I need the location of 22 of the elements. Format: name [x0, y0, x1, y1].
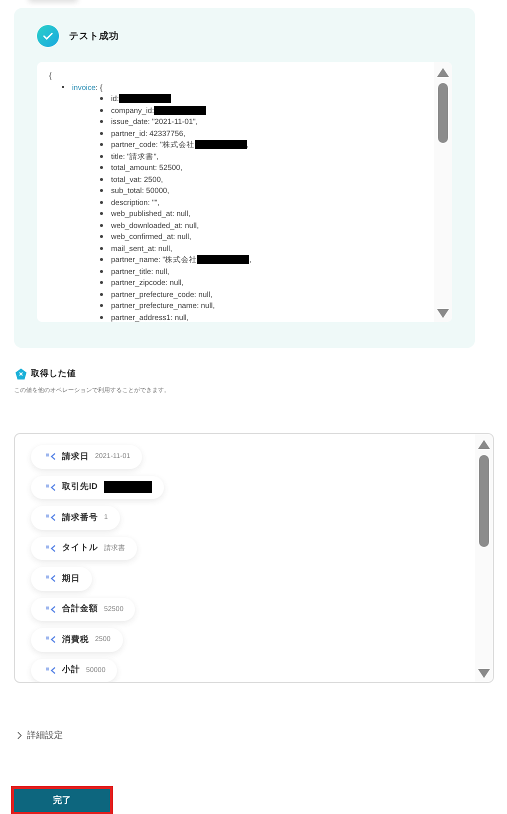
- chevron-icon: [17, 731, 22, 740]
- branch-icon: [46, 666, 56, 674]
- branch-icon: [46, 484, 56, 491]
- branch-icon: [46, 453, 56, 460]
- scroll-down-icon[interactable]: [437, 309, 449, 318]
- advanced-settings-toggle[interactable]: 詳細設定: [17, 729, 63, 742]
- result-title: テスト成功: [69, 30, 119, 42]
- branch-icon: [46, 636, 56, 644]
- branch-icon: [46, 514, 56, 522]
- scrollbar-thumb[interactable]: [438, 83, 448, 143]
- pentagon-icon: [15, 368, 27, 380]
- scrollbar-thumb[interactable]: [479, 455, 489, 547]
- value-chip[interactable]: 期日: [31, 567, 92, 590]
- scroll-down-icon[interactable]: [478, 669, 490, 678]
- branch-icon: [46, 544, 56, 552]
- branch-icon: [46, 606, 56, 613]
- scroll-up-icon[interactable]: [478, 440, 490, 449]
- branch-icon: [46, 575, 56, 582]
- value-chip[interactable]: 取引先ID: [31, 476, 164, 499]
- scroll-up-icon[interactable]: [437, 68, 449, 77]
- done-button[interactable]: 完了: [14, 789, 110, 812]
- section-title: 取得した値: [31, 368, 76, 380]
